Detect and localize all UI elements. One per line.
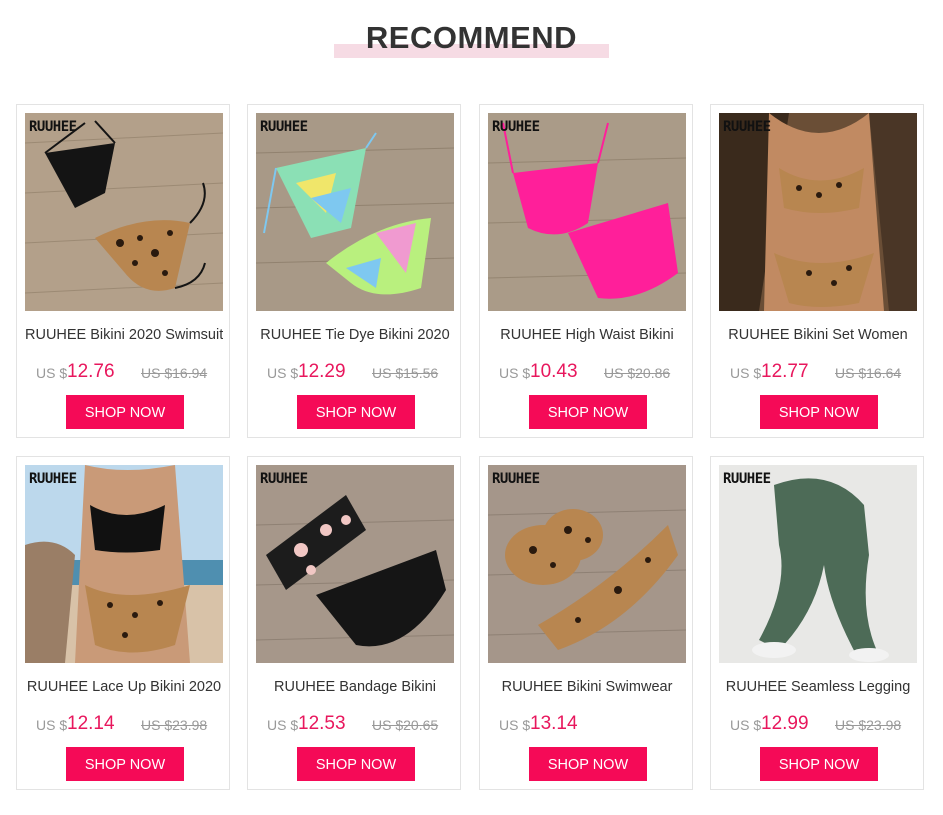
brand-logo: RUUHEE <box>723 119 771 135</box>
product-title[interactable]: RUUHEE Bikini Swimwear <box>488 677 686 697</box>
product-card[interactable]: RUUHEE RUUHEE Seamless Legging US $ 12.9… <box>710 456 924 790</box>
sale-price: 13.14 <box>530 713 578 734</box>
shop-now-button[interactable]: SHOP NOW <box>297 395 415 429</box>
price-row: US $ 12.53 US $20.65 <box>248 713 462 737</box>
shop-now-button[interactable]: SHOP NOW <box>529 747 647 781</box>
brand-logo: RUUHEE <box>29 119 77 135</box>
product-title[interactable]: RUUHEE Bandage Bikini <box>256 677 454 697</box>
original-price: US $20.65 <box>372 717 439 733</box>
shop-now-button[interactable]: SHOP NOW <box>297 747 415 781</box>
shop-now-button[interactable]: SHOP NOW <box>760 747 878 781</box>
sale-price: 12.53 <box>298 713 346 734</box>
product-card[interactable]: RUUHEE RUUHEE Lace Up Bikini 2020 US $ 1… <box>16 456 230 790</box>
shop-now-button[interactable]: SHOP NOW <box>529 395 647 429</box>
original-price: US $23.98 <box>835 717 902 733</box>
product-title[interactable]: RUUHEE Bikini 2020 Swimsuit <box>25 325 223 345</box>
product-card[interactable]: RUUHEE RUUHEE Bikini Set Women US $ 12.7… <box>710 104 924 438</box>
brand-logo: RUUHEE <box>492 471 540 487</box>
currency-label: US $ <box>267 365 299 381</box>
original-price: US $16.64 <box>835 365 902 381</box>
product-card[interactable]: RUUHEE RUUHEE High Waist Bikini US $ 10.… <box>479 104 693 438</box>
sale-price: 10.43 <box>530 361 578 382</box>
product-card[interactable]: RUUHEE RUUHEE Bandage Bikini US $ 12.53 … <box>247 456 461 790</box>
currency-label: US $ <box>730 717 762 733</box>
sale-price: 12.76 <box>67 361 115 382</box>
price-row: US $ 12.29 US $15.56 <box>248 361 462 385</box>
sale-price: 12.77 <box>761 361 809 382</box>
sale-price: 12.14 <box>67 713 115 734</box>
shop-now-button[interactable]: SHOP NOW <box>66 395 184 429</box>
price-row: US $ 12.14 US $23.98 <box>17 713 231 737</box>
product-card[interactable]: RUUHEE RUUHEE Bikini 2020 Swimsuit US $ … <box>16 104 230 438</box>
price-row: US $ 12.77 US $16.64 <box>711 361 925 385</box>
product-title[interactable]: RUUHEE Seamless Legging <box>719 677 917 697</box>
shop-now-button[interactable]: SHOP NOW <box>760 395 878 429</box>
product-image[interactable]: RUUHEE <box>25 465 223 663</box>
currency-label: US $ <box>730 365 762 381</box>
product-title[interactable]: RUUHEE Bikini Set Women <box>719 325 917 345</box>
product-card[interactable]: RUUHEE RUUHEE Tie Dye Bikini 2020 US $ 1… <box>247 104 461 438</box>
price-row: US $ 12.99 US $23.98 <box>711 713 925 737</box>
price-row: US $ 12.76 US $16.94 <box>17 361 231 385</box>
currency-label: US $ <box>499 365 531 381</box>
currency-label: US $ <box>36 365 68 381</box>
section-title: RECOMMEND <box>365 20 578 55</box>
brand-logo: RUUHEE <box>260 471 308 487</box>
product-image[interactable]: RUUHEE <box>719 113 917 311</box>
product-image[interactable]: RUUHEE <box>25 113 223 311</box>
product-image[interactable]: RUUHEE <box>256 465 454 663</box>
sale-price: 12.29 <box>298 361 346 382</box>
price-row: US $ 13.14 <box>480 713 694 737</box>
product-image[interactable]: RUUHEE <box>719 465 917 663</box>
original-price: US $16.94 <box>141 365 208 381</box>
brand-logo: RUUHEE <box>29 471 77 487</box>
product-title[interactable]: RUUHEE Tie Dye Bikini 2020 <box>256 325 454 345</box>
currency-label: US $ <box>499 717 531 733</box>
product-image[interactable]: RUUHEE <box>256 113 454 311</box>
product-card[interactable]: RUUHEE RUUHEE Bikini Swimwear US $ 13.14… <box>479 456 693 790</box>
product-title[interactable]: RUUHEE Lace Up Bikini 2020 <box>25 677 223 697</box>
brand-logo: RUUHEE <box>492 119 540 135</box>
original-price: US $20.86 <box>604 365 671 381</box>
original-price: US $23.98 <box>141 717 208 733</box>
product-title[interactable]: RUUHEE High Waist Bikini <box>488 325 686 345</box>
recommend-header: RECOMMEND <box>0 0 943 80</box>
currency-label: US $ <box>36 717 68 733</box>
shop-now-button[interactable]: SHOP NOW <box>66 747 184 781</box>
price-row: US $ 10.43 US $20.86 <box>480 361 694 385</box>
product-image[interactable]: RUUHEE <box>488 113 686 311</box>
currency-label: US $ <box>267 717 299 733</box>
sale-price: 12.99 <box>761 713 809 734</box>
original-price: US $15.56 <box>372 365 439 381</box>
brand-logo: RUUHEE <box>723 471 771 487</box>
brand-logo: RUUHEE <box>260 119 308 135</box>
product-image[interactable]: RUUHEE <box>488 465 686 663</box>
